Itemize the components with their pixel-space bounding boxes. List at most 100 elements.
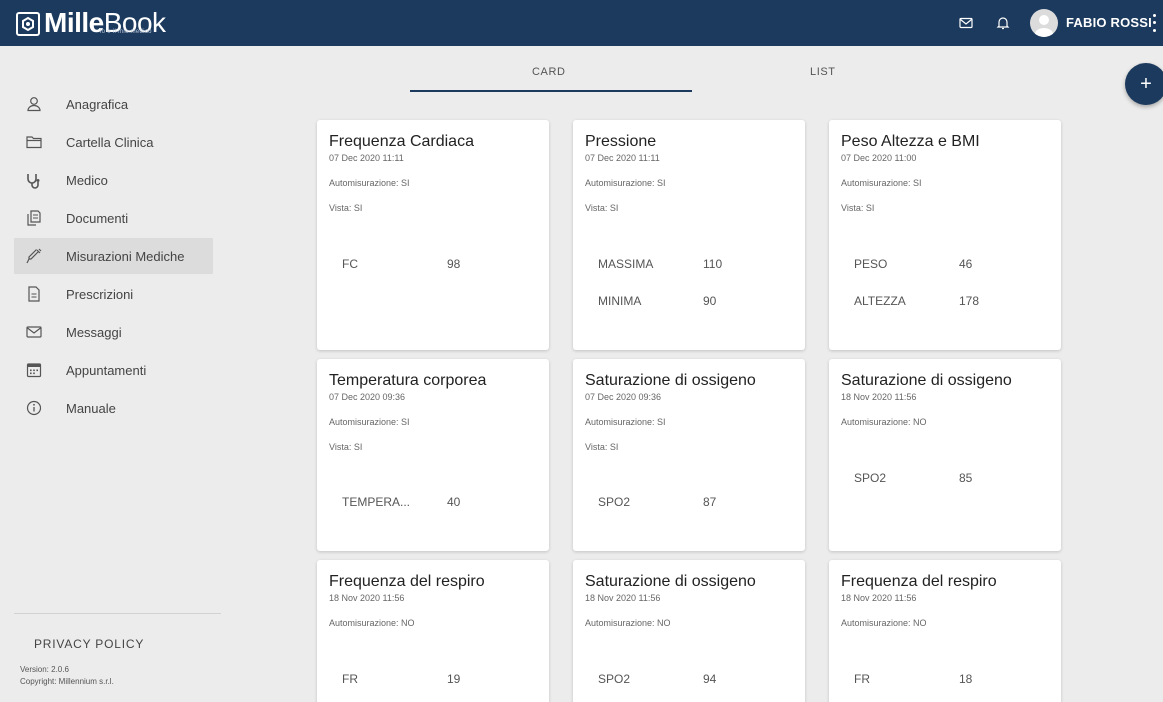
measurement-card[interactable]: Saturazione di ossigeno 18 Nov 2020 11:5… (829, 359, 1061, 551)
card-self-measurement: Automisurazione: SI (329, 178, 410, 188)
stethoscope-icon (24, 170, 44, 190)
measure-value: 90 (703, 294, 717, 308)
sidebar-item-documenti[interactable]: Documenti (14, 200, 213, 236)
sidebar-item-manuale[interactable]: Manuale (14, 390, 213, 426)
card-title: Saturazione di ossigeno (585, 372, 756, 389)
measure-value: 18 (959, 672, 973, 686)
card-date: 18 Nov 2020 11:56 (841, 593, 917, 603)
sidebar-item-label: Manuale (66, 400, 116, 416)
measurement-card[interactable]: Frequenza Cardiaca 07 Dec 2020 11:11 Aut… (317, 120, 549, 350)
measurement-card[interactable]: Pressione 07 Dec 2020 11:11 Automisurazi… (573, 120, 805, 350)
tab-indicator (410, 90, 692, 92)
measure-name: FC (342, 257, 358, 271)
card-self-measurement: Automisurazione: SI (585, 178, 666, 188)
sidebar-item-label: Misurazioni Mediche (66, 248, 185, 264)
measurement-card[interactable]: Saturazione di ossigeno 07 Dec 2020 09:3… (573, 359, 805, 551)
measure-name: SPO2 (598, 672, 631, 686)
measure-name: FR (854, 672, 870, 686)
sidebar-item-label: Appuntamenti (66, 362, 147, 378)
card-vista: Vista: SI (585, 442, 619, 452)
card-self-measurement: Automisurazione: NO (841, 618, 927, 628)
measure-name: TEMPERA... (342, 495, 411, 509)
measurement-card[interactable]: Frequenza del respiro 18 Nov 2020 11:56 … (317, 560, 549, 702)
measure-name: MASSIMA (598, 257, 654, 271)
prescription-icon (24, 284, 44, 304)
bell-icon[interactable] (993, 13, 1013, 33)
measure-name: FR (342, 672, 358, 686)
sidebar: Anagrafica Cartella Clinica Medico Docum… (0, 46, 222, 702)
logo-text: MilleBook (44, 7, 166, 38)
measure-name: SPO2 (854, 471, 887, 485)
folder-icon (24, 132, 44, 152)
calendar-icon (24, 360, 44, 380)
measure-value: 46 (959, 257, 973, 271)
mail-icon[interactable] (956, 13, 976, 33)
app-logo[interactable]: MilleBook (16, 4, 166, 42)
card-title: Frequenza del respiro (329, 573, 485, 590)
sidebar-item-label: Anagrafica (66, 96, 129, 112)
measurement-card[interactable]: Saturazione di ossigeno 18 Nov 2020 11:5… (573, 560, 805, 702)
card-date: 07 Dec 2020 09:36 (585, 392, 662, 402)
sidebar-item-label: Documenti (66, 210, 129, 226)
avatar[interactable] (1030, 9, 1058, 37)
measure-value: 19 (447, 672, 461, 686)
measurement-card[interactable]: Frequenza del respiro 18 Nov 2020 11:56 … (829, 560, 1061, 702)
card-title: Pressione (585, 133, 657, 150)
measurement-card[interactable]: Temperatura corporea 07 Dec 2020 09:36 A… (317, 359, 549, 551)
sidebar-item-label: Medico (66, 172, 108, 188)
card-self-measurement: Automisurazione: NO (329, 618, 415, 628)
card-self-measurement: Automisurazione: SI (841, 178, 922, 188)
measure-name: MINIMA (598, 294, 642, 308)
card-date: 18 Nov 2020 11:56 (329, 593, 405, 603)
card-date: 18 Nov 2020 11:56 (841, 392, 917, 402)
sidebar-item-medico[interactable]: Medico (14, 162, 213, 198)
sidebar-item-label: Prescrizioni (66, 286, 134, 302)
measure-value: 94 (703, 672, 717, 686)
sidebar-divider (14, 613, 221, 614)
copyright-text: Copyright: Millennium s.r.l. (20, 677, 114, 686)
card-self-measurement: Automisurazione: SI (329, 417, 410, 427)
documents-icon (24, 208, 44, 228)
measure-name: ALTEZZA (854, 294, 906, 308)
measure-value: 87 (703, 495, 717, 509)
version-info: Version: 2.0.6 Copyright: Millennium s.r… (20, 664, 114, 688)
syringe-icon (24, 246, 44, 266)
card-vista: Vista: SI (841, 203, 875, 213)
sidebar-item-misurazioni-mediche[interactable]: Misurazioni Mediche (14, 238, 213, 274)
logo-mark-icon (16, 12, 40, 36)
measure-name: PESO (854, 257, 888, 271)
info-icon (24, 398, 44, 418)
measure-value: 110 (703, 257, 723, 271)
card-date: 07 Dec 2020 09:36 (329, 392, 406, 402)
version-text: Version: 2.0.6 (20, 665, 69, 674)
measurement-card[interactable]: Peso Altezza e BMI 07 Dec 2020 11:00 Aut… (829, 120, 1061, 350)
sidebar-item-appuntamenti[interactable]: Appuntamenti (14, 352, 213, 388)
card-title: Frequenza del respiro (841, 573, 997, 590)
card-self-measurement: Automisurazione: NO (841, 417, 927, 427)
tab-list[interactable]: LIST (810, 66, 836, 78)
sidebar-item-messaggi[interactable]: Messaggi (14, 314, 213, 350)
user-name[interactable]: FABIO ROSSI (1066, 15, 1152, 30)
card-title: Temperatura corporea (329, 372, 487, 389)
sidebar-item-anagrafica[interactable]: Anagrafica (14, 86, 213, 122)
more-vert-icon[interactable] (1150, 12, 1158, 34)
tab-card[interactable]: CARD (532, 66, 566, 78)
measure-value: 40 (447, 495, 461, 509)
measure-name: SPO2 (598, 495, 631, 509)
card-self-measurement: Automisurazione: SI (585, 417, 666, 427)
card-title: Saturazione di ossigeno (841, 372, 1012, 389)
card-date: 07 Dec 2020 11:00 (841, 153, 917, 163)
person-icon (24, 94, 44, 114)
card-title: Frequenza Cardiaca (329, 133, 474, 150)
add-button[interactable]: + (1125, 63, 1163, 105)
sidebar-item-prescrizioni[interactable]: Prescrizioni (14, 276, 213, 312)
privacy-policy-link[interactable]: PRIVACY POLICY (34, 637, 144, 651)
card-date: 07 Dec 2020 11:11 (585, 153, 660, 163)
sidebar-item-cartella-clinica[interactable]: Cartella Clinica (14, 124, 213, 160)
card-date: 18 Nov 2020 11:56 (585, 593, 661, 603)
card-vista: Vista: SI (329, 203, 363, 213)
app-header: MilleBook io e il mio medico FABIO ROSSI (0, 0, 1163, 46)
measure-value: 85 (959, 471, 973, 485)
sidebar-item-label: Messaggi (66, 324, 122, 340)
card-vista: Vista: SI (585, 203, 619, 213)
